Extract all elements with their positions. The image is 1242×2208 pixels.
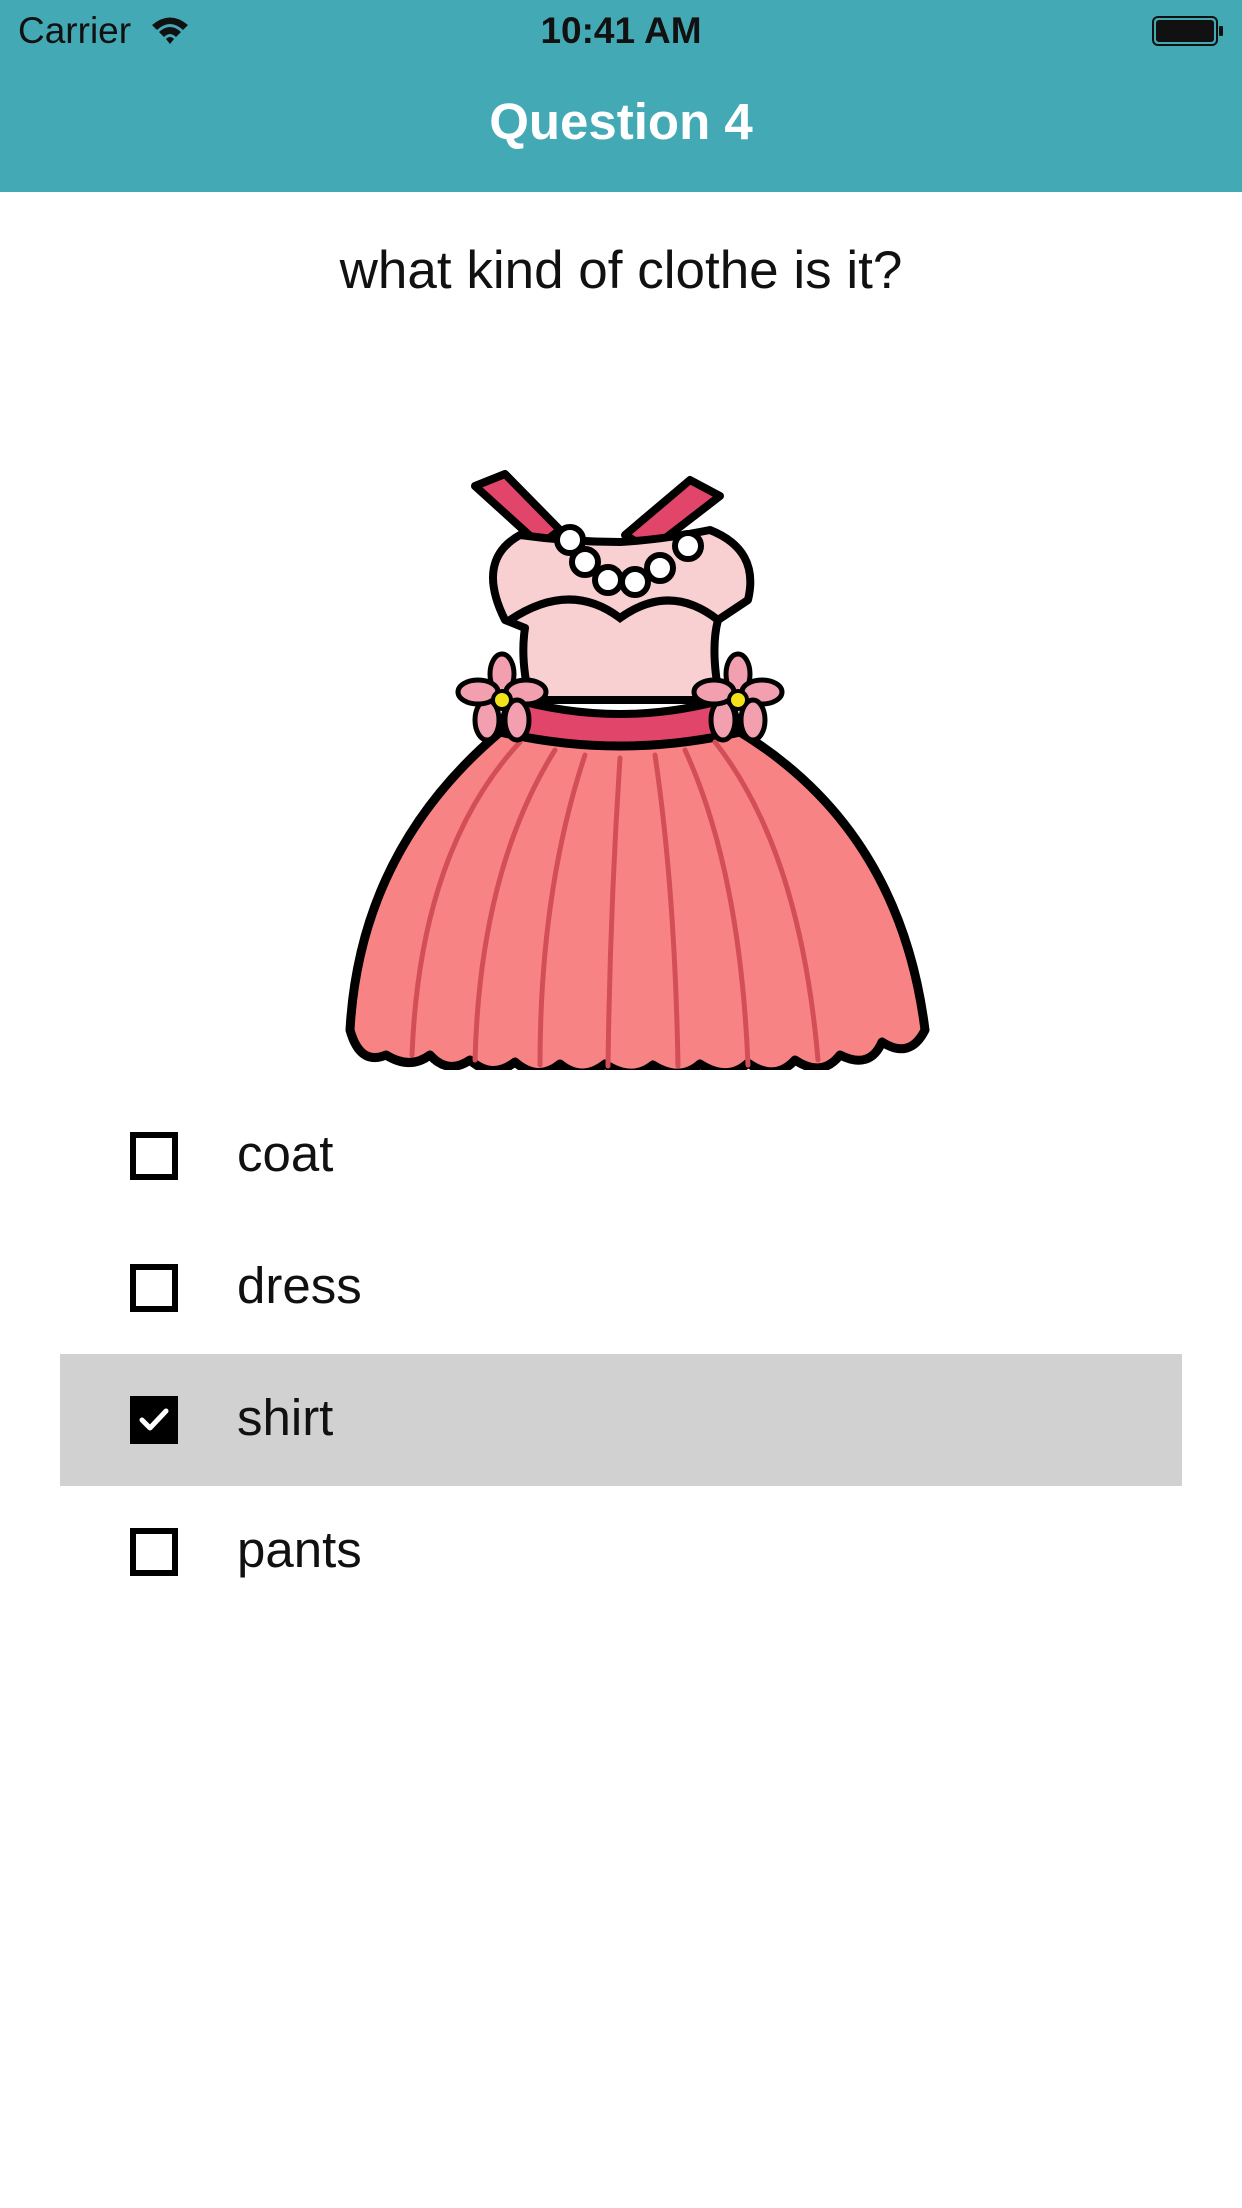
answer-option-label: pants [237,1521,362,1578]
checkbox-unchecked-icon[interactable] [130,1264,178,1312]
answer-option-dress[interactable]: dress [60,1222,1182,1354]
checkbox-checked-icon[interactable] [130,1396,178,1444]
status-bar: Carrier 10:41 AM [0,0,1242,62]
navigation-bar: Carrier 10:41 AM Question 4 [0,0,1242,192]
answer-option-label: dress [237,1257,362,1314]
question-text: what kind of clothe is it? [339,241,903,300]
page-title: Question 4 [489,93,753,150]
checkbox-unchecked-icon[interactable] [130,1132,178,1180]
dress-icon [345,470,930,1078]
dress-illustration [270,470,970,1078]
checkbox-unchecked-icon[interactable] [130,1528,178,1576]
battery-full-icon [1152,16,1223,46]
answer-option-pants[interactable]: pants [60,1486,1182,1618]
answer-option-coat[interactable]: coat [60,1090,1182,1222]
answer-option-shirt[interactable]: shirt [60,1354,1182,1486]
answer-option-label: shirt [237,1389,334,1446]
status-time: 10:41 AM [540,10,702,51]
answer-option-label: coat [237,1125,334,1182]
checkmark-icon [139,1408,169,1431]
